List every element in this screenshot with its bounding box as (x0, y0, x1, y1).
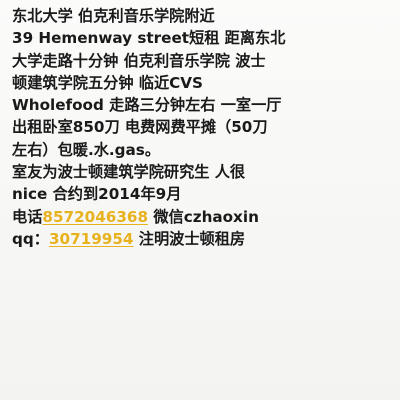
note-line: 室友为波士顿建筑学院研究生 人很 (12, 163, 246, 182)
note-line: nice 合约到2014年9月 (12, 185, 182, 204)
qq-note: 注明波士顿租房 (133, 229, 246, 248)
note-line: 出租卧室850刀 电费网费平摊（50刀 (12, 118, 268, 137)
note-line: 左右）包暖.水.gas。 (12, 140, 161, 159)
wechat-text: 微信czhaoxin (148, 207, 259, 226)
qq-line: qq：30719954 注明波士顿租房 (12, 228, 390, 250)
qq-number-link[interactable]: 30719954 (49, 230, 134, 248)
note-line: 顿建筑学院五分钟 临近CVS (12, 73, 204, 92)
note-body: 东北大学 伯克利音乐学院附近 39 Hemenway street短租 距离东北… (0, 0, 400, 400)
qq-label: qq： (12, 229, 49, 248)
note-line: 东北大学 伯克利音乐学院附近 (12, 7, 215, 25)
phone-line: 电话8572046368 微信czhaoxin (12, 206, 390, 228)
note-line: 大学走路十分钟 伯克利音乐学院 波士 (12, 51, 266, 70)
phone-label: 电话 (12, 207, 43, 226)
note-line: Wholefood 走路三分钟左右 一室一厅 (12, 96, 282, 115)
note-line: 39 Hemenway street短租 距离东北 (12, 29, 286, 48)
phone-number-link[interactable]: 8572046368 (42, 208, 148, 226)
